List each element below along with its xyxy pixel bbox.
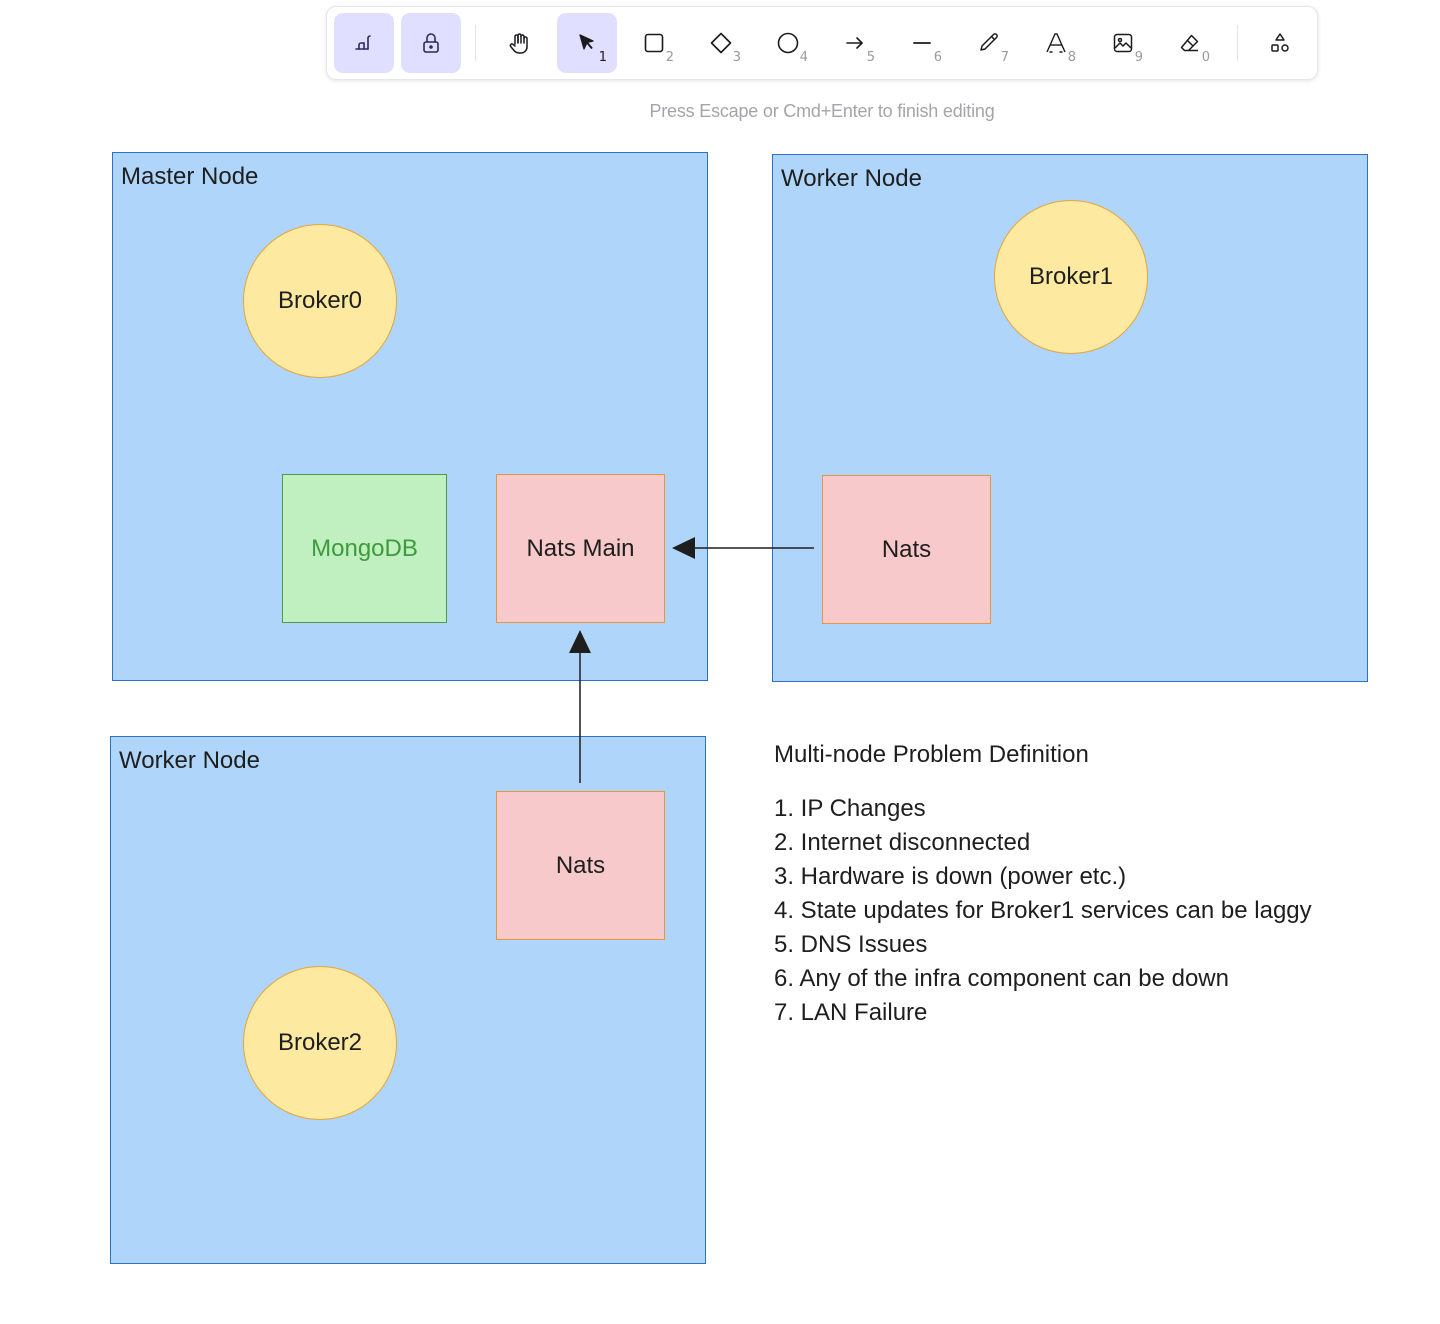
problem-item: 2. Internet disconnected bbox=[774, 829, 1031, 856]
arrow-nats-bottom-to-main[interactable] bbox=[569, 630, 591, 783]
problem-list: 1. IP Changes 2. Internet disconnected 3… bbox=[774, 792, 1394, 1030]
arrow-nats-right-to-main[interactable] bbox=[672, 537, 814, 559]
problem-item: 3. Hardware is down (power etc.) bbox=[774, 863, 1127, 890]
problem-item: 7. LAN Failure bbox=[774, 999, 928, 1026]
problem-item: 5. DNS Issues bbox=[774, 931, 928, 958]
problem-item: 6. Any of the infra component can be dow… bbox=[774, 965, 1229, 992]
problem-definition-text[interactable]: Multi-node Problem Definition 1. IP Chan… bbox=[774, 740, 1394, 1030]
connector-layer bbox=[569, 537, 814, 783]
problem-item: 1. IP Changes bbox=[774, 795, 926, 822]
problem-item: 4. State updates for Broker1 services ca… bbox=[774, 897, 1312, 924]
problem-definition-title: Multi-node Problem Definition bbox=[774, 741, 1089, 768]
